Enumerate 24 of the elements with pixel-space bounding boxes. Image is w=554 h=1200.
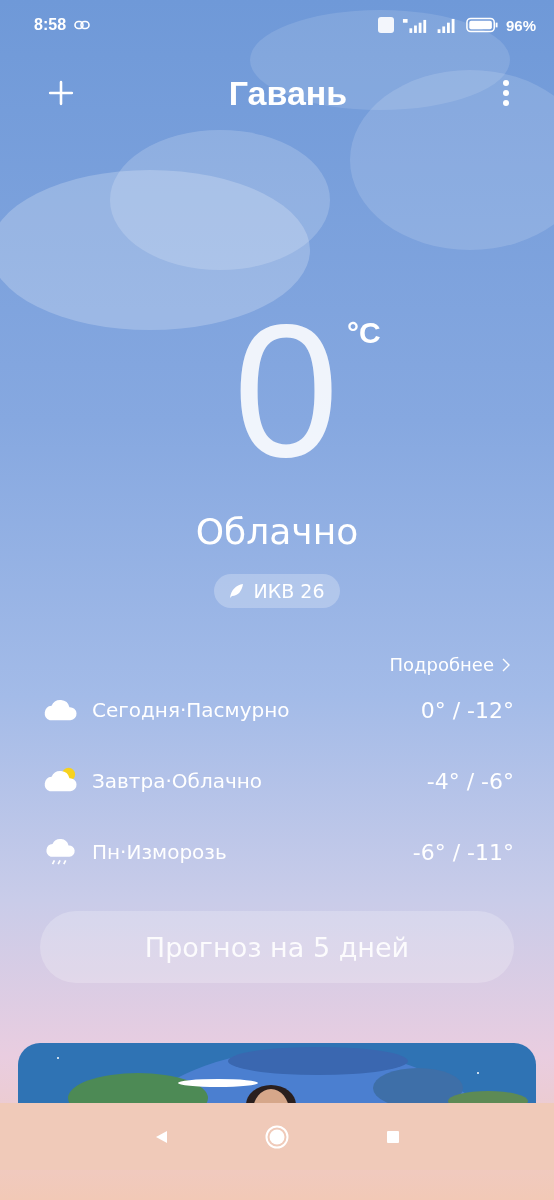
signal-icon	[435, 17, 458, 33]
signal-icon	[401, 17, 428, 33]
home-button[interactable]	[265, 1124, 289, 1149]
recent-apps-button[interactable]	[385, 1128, 401, 1145]
status-time: 8:58	[34, 16, 67, 34]
chevron-right-icon	[502, 657, 510, 672]
air-quality-badge[interactable]: ИКВ 26	[213, 574, 341, 608]
temperature-range: -6° / -11°	[412, 839, 514, 865]
plus-icon	[48, 80, 74, 106]
more-icon	[502, 80, 510, 106]
city-title: Гавань	[228, 73, 348, 113]
temperature-range: -4° / -6°	[426, 768, 514, 794]
air-quality-index: ИКВ 26	[253, 580, 325, 602]
temperature: 0	[233, 310, 339, 470]
link-icon	[74, 20, 91, 30]
battery-percent: 96%	[505, 16, 536, 34]
battery-icon	[465, 17, 498, 33]
forecast-day: Сегодня·Пасмурно	[92, 698, 421, 722]
temperature-unit: °C	[347, 316, 381, 350]
temperature-range: 0° / -12°	[420, 697, 514, 723]
forecast-day: Завтра·Облачно	[92, 769, 427, 793]
condition-text: Облачно	[195, 510, 359, 554]
leaf-icon	[227, 583, 244, 599]
forecast-day: Пн·Изморозь	[92, 840, 413, 864]
